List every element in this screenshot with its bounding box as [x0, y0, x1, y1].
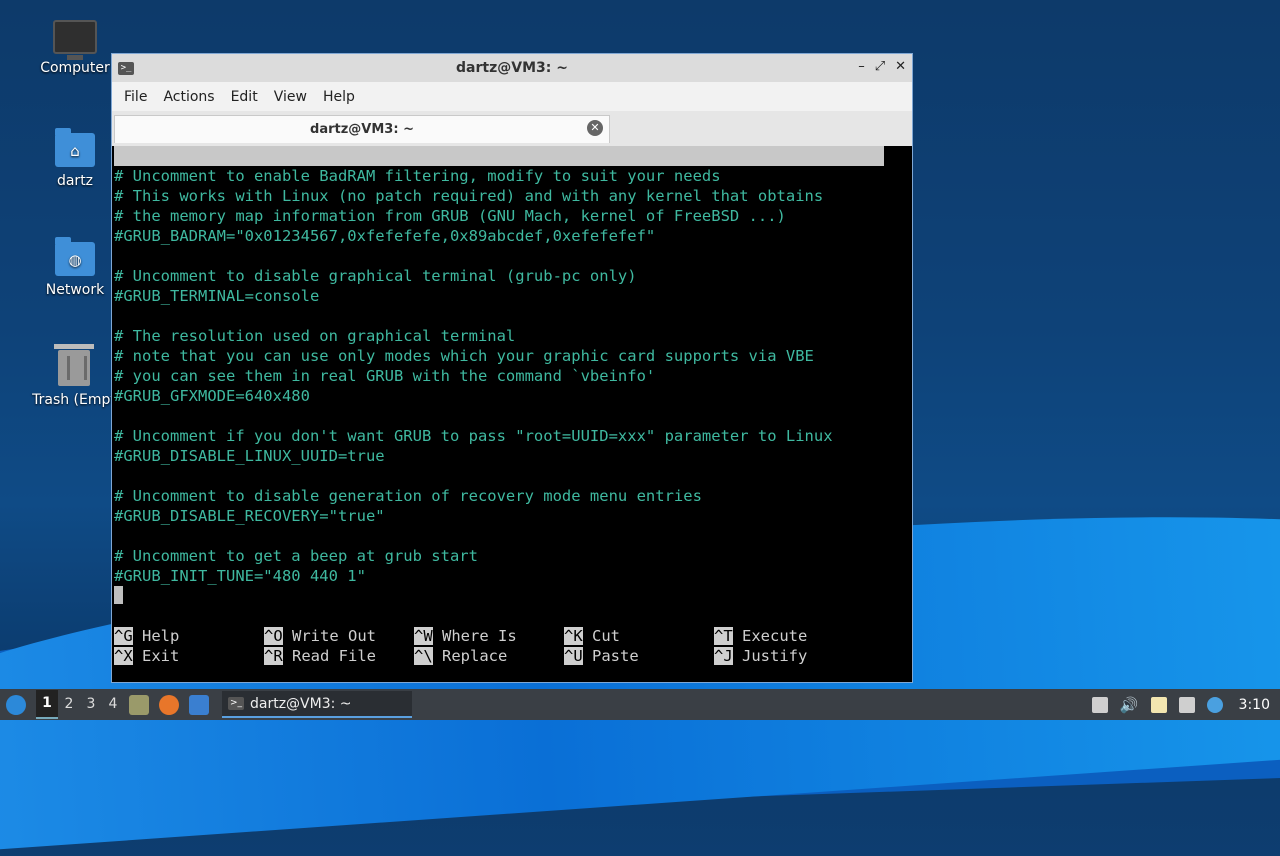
- text-cursor: [114, 586, 123, 604]
- shortcut-cut: ^K Cut: [564, 627, 621, 645]
- volume-icon[interactable]: 🔊: [1120, 696, 1139, 714]
- editor-line: # Uncomment if you don't want GRUB to pa…: [114, 427, 833, 445]
- eject-icon[interactable]: [1091, 696, 1108, 713]
- home-folder-icon: ⌂: [55, 128, 95, 167]
- update-notifier-icon[interactable]: [1206, 696, 1223, 713]
- editor-line: # Uncomment to enable BadRAM filtering, …: [114, 167, 721, 185]
- workspace-3[interactable]: 3: [80, 691, 102, 718]
- editor-line: #GRUB_TERMINAL=console: [114, 287, 320, 305]
- desktop-icon-computer[interactable]: Computer: [30, 20, 120, 76]
- shortcut-justify: ^J Justify: [714, 647, 808, 665]
- menu-view[interactable]: View: [266, 89, 315, 105]
- taskbar-task-terminal[interactable]: >_ dartz@VM3: ~: [222, 691, 412, 718]
- terminal-window[interactable]: >_ dartz@VM3: ~ – ⤢ ✕ File Actions Edit …: [111, 53, 913, 683]
- editor-line: #GRUB_DISABLE_RECOVERY="true": [114, 507, 385, 525]
- terminal-tab[interactable]: dartz@VM3: ~ ✕: [114, 115, 610, 143]
- shortcut-read-file: ^R Read File: [264, 647, 377, 665]
- desktop-icon-label: Network: [45, 282, 105, 298]
- start-menu-icon[interactable]: [6, 694, 26, 715]
- window-title: dartz@VM3: ~: [456, 60, 568, 76]
- network-folder-icon: ◍: [55, 237, 95, 276]
- shortcut-execute: ^T Execute: [714, 627, 808, 645]
- shortcut-help: ^G Help: [114, 627, 180, 645]
- firefox-icon[interactable]: [159, 694, 179, 715]
- desktop-icon-trash[interactable]: Trash (Empt: [24, 344, 124, 408]
- menu-actions[interactable]: Actions: [155, 89, 222, 105]
- clock[interactable]: 3:10: [1239, 697, 1270, 713]
- terminal-area[interactable]: GNU nano 5.6.1 /etc/default/grub # Uncom…: [112, 146, 912, 682]
- network-tray-icon[interactable]: [1178, 696, 1195, 713]
- editor-line: # Uncomment to get a beep at grub start: [114, 547, 478, 565]
- clipboard-icon[interactable]: [1150, 696, 1167, 713]
- close-icon[interactable]: ✕: [895, 59, 906, 74]
- file-manager-icon[interactable]: [129, 694, 149, 715]
- desktop-icon-label: dartz: [56, 173, 94, 189]
- editor-line: # The resolution used on graphical termi…: [114, 327, 516, 345]
- trash-icon: [54, 344, 94, 386]
- editor-line: #GRUB_DISABLE_LINUX_UUID=true: [114, 447, 385, 465]
- editor-line: # note that you can use only modes which…: [114, 347, 814, 365]
- minimize-icon[interactable]: –: [858, 59, 865, 74]
- workspace-1[interactable]: 1: [36, 690, 58, 719]
- window-titlebar[interactable]: >_ dartz@VM3: ~ – ⤢ ✕: [112, 54, 912, 82]
- tab-label: dartz@VM3: ~: [310, 122, 414, 137]
- editor-line: # Uncomment to disable graphical termina…: [114, 267, 637, 285]
- tab-close-icon[interactable]: ✕: [587, 120, 603, 136]
- task-label: dartz@VM3: ~: [250, 695, 352, 712]
- show-desktop-icon[interactable]: [189, 694, 209, 715]
- shortcut-write-out: ^O Write Out: [264, 627, 377, 645]
- shortcut-replace: ^\ Replace: [414, 647, 508, 665]
- editor-line: #GRUB_BADRAM="0x01234567,0xfefefefe,0x89…: [114, 227, 656, 245]
- menu-bar: File Actions Edit View Help: [112, 82, 912, 111]
- shortcut-where-is: ^W Where Is: [414, 627, 517, 645]
- tab-bar: dartz@VM3: ~ ✕: [112, 111, 912, 147]
- maximize-icon[interactable]: ⤢: [875, 59, 885, 74]
- editor-line: # you can see them in real GRUB with the…: [114, 367, 656, 385]
- editor-line: #GRUB_INIT_TUNE="480 440 1": [114, 567, 366, 585]
- shortcut-exit: ^X Exit: [114, 647, 180, 665]
- computer-icon: [53, 20, 97, 60]
- nano-header: GNU nano 5.6.1 /etc/default/grub: [114, 146, 884, 205]
- desktop-icon-label: Computer: [40, 60, 110, 76]
- editor-line: #GRUB_GFXMODE=640x480: [114, 387, 310, 405]
- menu-help[interactable]: Help: [315, 89, 363, 105]
- editor-line: # This works with Linux (no patch requir…: [114, 187, 824, 205]
- workspace-2[interactable]: 2: [58, 691, 80, 718]
- system-tray: 🔊 3:10: [1091, 689, 1270, 720]
- desktop-icon-network[interactable]: ◍ Network: [30, 237, 120, 298]
- taskbar: 1 2 3 4 >_ dartz@VM3: ~ 🔊 3:10: [0, 689, 1280, 720]
- shortcut-paste: ^U Paste: [564, 647, 639, 665]
- desktop-icon-label: Trash (Empt: [32, 392, 116, 408]
- menu-file[interactable]: File: [116, 89, 155, 105]
- desktop-icon-home[interactable]: ⌂ dartz: [30, 128, 120, 189]
- terminal-task-icon: >_: [228, 697, 244, 710]
- editor-line: # the memory map information from GRUB (…: [114, 207, 786, 225]
- editor-line: # Uncomment to disable generation of rec…: [114, 487, 702, 505]
- workspace-4[interactable]: 4: [102, 691, 124, 718]
- menu-edit[interactable]: Edit: [223, 89, 266, 105]
